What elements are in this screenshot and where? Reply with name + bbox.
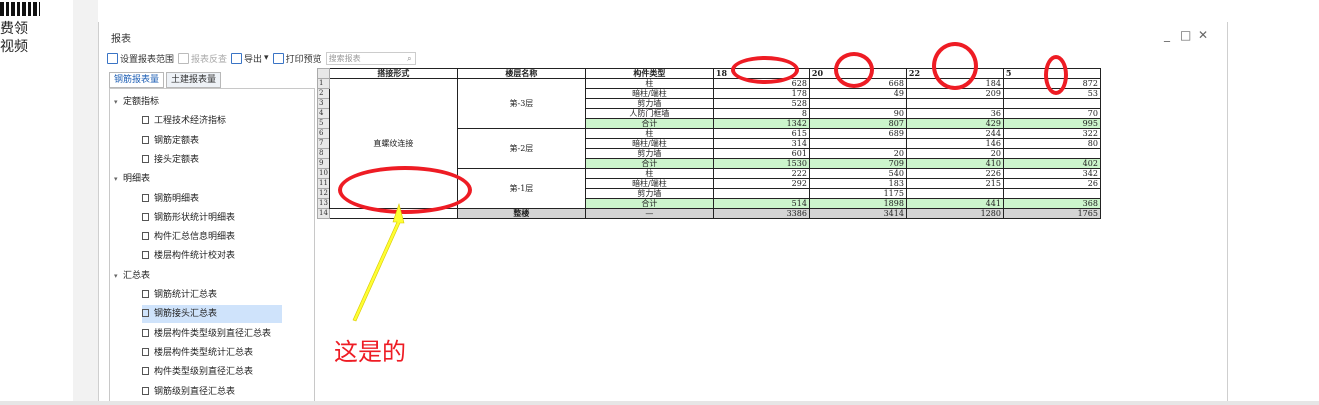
- annotation-arrow: [352, 202, 405, 322]
- yellow-arrow-icon: [352, 202, 405, 322]
- annotation-note: 这是的: [334, 338, 406, 366]
- bottom-divider: [0, 401, 1319, 405]
